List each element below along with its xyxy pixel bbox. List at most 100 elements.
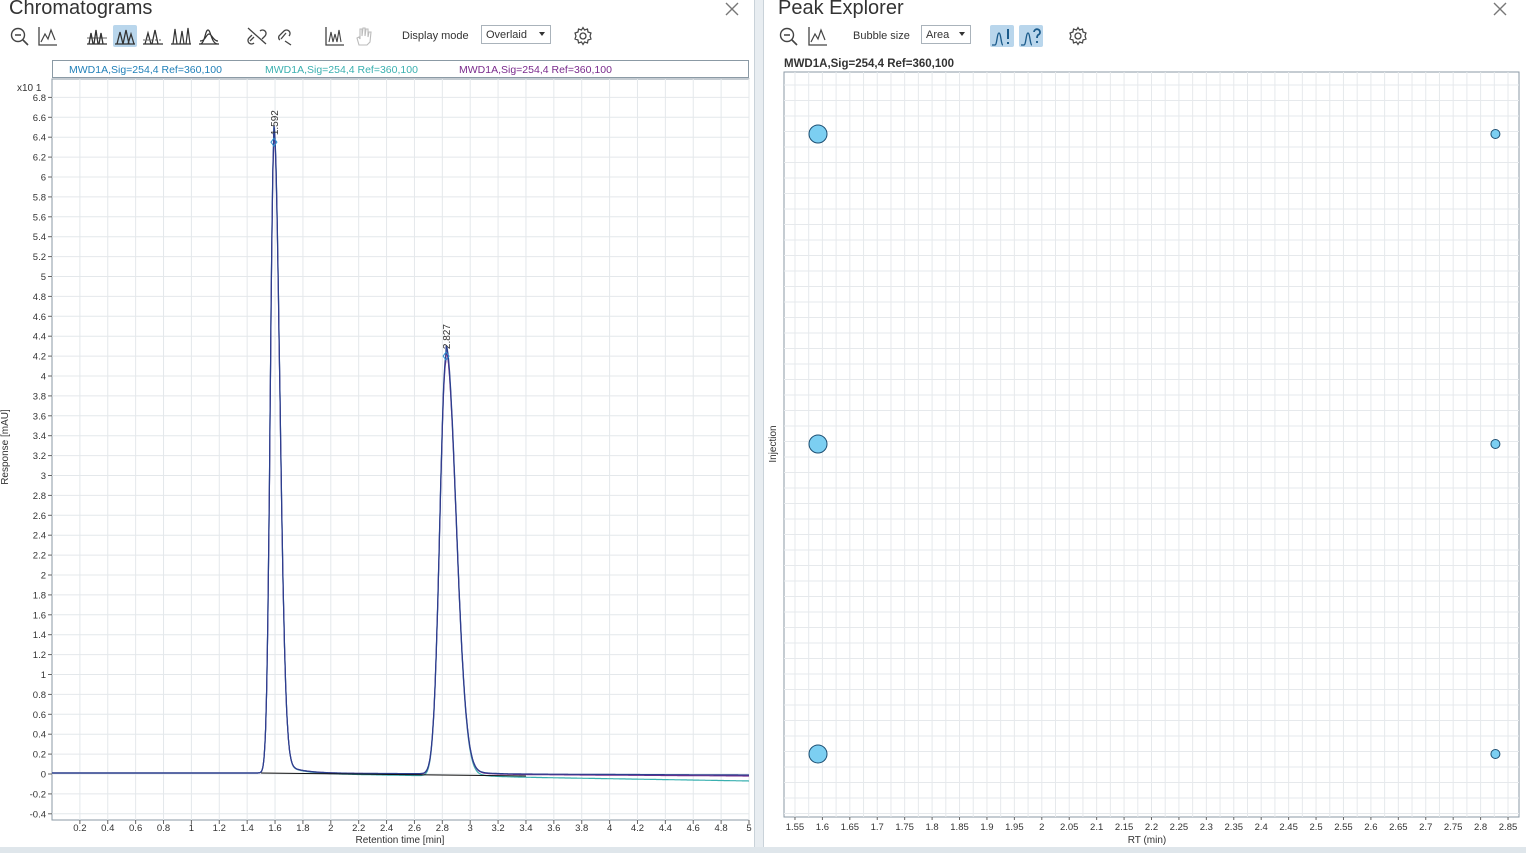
peak-bubble — [808, 124, 828, 144]
y-tick-label: 6 — [41, 173, 46, 184]
y-tick-label: 6.2 — [33, 153, 46, 164]
peak-label: 1.592 — [270, 110, 281, 135]
y-tick-label: 0.4 — [33, 730, 46, 741]
y-tick-label: 5.2 — [33, 252, 46, 263]
y-axis-label: Injection — [768, 425, 779, 462]
y-tick-label: 1.6 — [33, 610, 46, 621]
x-tick-label: 2.45 — [1279, 822, 1298, 833]
x-tick-label: 2.8 — [436, 823, 449, 834]
x-tick-label: 3.2 — [491, 823, 504, 834]
y-tick-label: 5.8 — [33, 192, 46, 203]
y-tick-label: 3.8 — [33, 391, 46, 402]
x-tick-label: 2.5 — [1309, 822, 1322, 833]
y-tick-label: 0 — [41, 770, 46, 781]
x-tick-label: 1.85 — [950, 822, 969, 833]
peak-bubble — [808, 434, 828, 454]
x-tick-label: 2.2 — [352, 823, 365, 834]
x-tick-label: 2.6 — [408, 823, 421, 834]
x-tick-label: 4.4 — [659, 823, 672, 834]
y-tick-label: 6.4 — [33, 133, 46, 144]
y-tick-label: 2.4 — [33, 531, 46, 542]
x-tick-label: 1.8 — [296, 823, 309, 834]
y-tick-label: 1.4 — [33, 630, 46, 641]
peak-bubble — [1490, 749, 1501, 759]
x-tick-label: 0.4 — [101, 823, 114, 834]
x-tick-label: 3 — [468, 823, 473, 834]
x-tick-label: 2.05 — [1060, 822, 1079, 833]
peak-bubble — [1490, 439, 1501, 449]
x-tick-label: 4.6 — [687, 823, 700, 834]
x-tick-label: 1.65 — [841, 822, 860, 833]
y-tick-label: 3.2 — [33, 451, 46, 462]
y-tick-label: -0.4 — [30, 809, 46, 820]
y-tick-label: 1.8 — [33, 590, 46, 601]
x-tick-label: 1.6 — [268, 823, 281, 834]
x-axis-label: RT (min) — [1128, 835, 1167, 846]
x-tick-label: 1.75 — [895, 822, 914, 833]
y-tick-label: 0.6 — [33, 710, 46, 721]
y-tick-label: 5 — [41, 272, 46, 283]
y-tick-label: 3.4 — [33, 431, 46, 442]
peak-explorer-panel: Peak Explorer Bubble size Area MWD1A,Sig… — [763, 0, 1526, 847]
x-tick-label: 0.8 — [157, 823, 170, 834]
chromatograms-panel: Chromatograms Display mode Overlaid MWD1… — [0, 0, 755, 847]
y-axis-label: Response [mAU] — [0, 409, 11, 485]
y-tick-label: -0.2 — [30, 789, 46, 800]
y-tick-label: 6.8 — [33, 93, 46, 104]
y-tick-label: 4.6 — [33, 312, 46, 323]
peak-bubble — [1490, 129, 1501, 139]
x-tick-label: 4.2 — [631, 823, 644, 834]
x-tick-label: 4.8 — [715, 823, 728, 834]
x-tick-label: 2.15 — [1115, 822, 1134, 833]
x-tick-label: 2.6 — [1364, 822, 1377, 833]
y-tick-label: 0.8 — [33, 690, 46, 701]
x-tick-label: 1.6 — [816, 822, 829, 833]
x-tick-label: 1.8 — [925, 822, 938, 833]
x-tick-label: 2.75 — [1444, 822, 1463, 833]
peak-bubble — [808, 744, 828, 764]
x-tick-label: 1.9 — [980, 822, 993, 833]
x-tick-label: 2.25 — [1170, 822, 1189, 833]
x-tick-label: 1.55 — [786, 822, 805, 833]
y-tick-label: 3.6 — [33, 411, 46, 422]
plot-area — [51, 78, 750, 821]
x-tick-label: 2.85 — [1499, 822, 1518, 833]
x-tick-label: 2.2 — [1145, 822, 1158, 833]
y-tick-label: 3 — [41, 471, 46, 482]
x-tick-label: 1.7 — [871, 822, 884, 833]
y-tick-label: 2 — [41, 571, 46, 582]
status-strip — [0, 847, 1526, 853]
x-tick-label: 1.4 — [241, 823, 254, 834]
y-tick-label: 5.4 — [33, 232, 46, 243]
x-tick-label: 2.4 — [1255, 822, 1268, 833]
x-tick-label: 2.4 — [380, 823, 393, 834]
y-tick-label: 4 — [41, 372, 46, 383]
x-tick-label: 0.2 — [73, 823, 86, 834]
y-tick-label: 5.6 — [33, 212, 46, 223]
x-tick-label: 4 — [607, 823, 612, 834]
y-tick-label: 1 — [41, 670, 46, 681]
x-tick-label: 2 — [1039, 822, 1044, 833]
y-tick-label: 4.2 — [33, 352, 46, 363]
x-tick-label: 5 — [746, 823, 751, 834]
x-tick-label: 2.7 — [1419, 822, 1432, 833]
x-tick-label: 2.35 — [1225, 822, 1244, 833]
y-tick-label: 2.2 — [33, 551, 46, 562]
y-tick-label: 1.2 — [33, 650, 46, 661]
y-tick-label: 4.4 — [33, 332, 46, 343]
x-tick-label: 2.1 — [1090, 822, 1103, 833]
y-tick-label: 6.6 — [33, 113, 46, 124]
peak-label: 2.827 — [442, 324, 453, 349]
x-tick-label: 1.95 — [1005, 822, 1024, 833]
peak-explorer-plot[interactable]: RT (min) Injection 1.55 1.6 1.65 1.7 1.75 1.8… — [764, 0, 1526, 847]
x-tick-label: 3.6 — [547, 823, 560, 834]
chromatogram-plot[interactable]: x10 1 Retention time [min] Response [mAU… — [0, 0, 755, 847]
y-tick-label: 2.8 — [33, 491, 46, 502]
x-tick-label: 3.8 — [575, 823, 588, 834]
x-tick-label: 2 — [328, 823, 333, 834]
y-tick-label: 0.2 — [33, 750, 46, 761]
x-axis-label: Retention time [min] — [356, 835, 445, 846]
x-tick-label: 2.3 — [1200, 822, 1213, 833]
x-tick-label: 1 — [189, 823, 194, 834]
y-tick-label: 2.6 — [33, 511, 46, 522]
